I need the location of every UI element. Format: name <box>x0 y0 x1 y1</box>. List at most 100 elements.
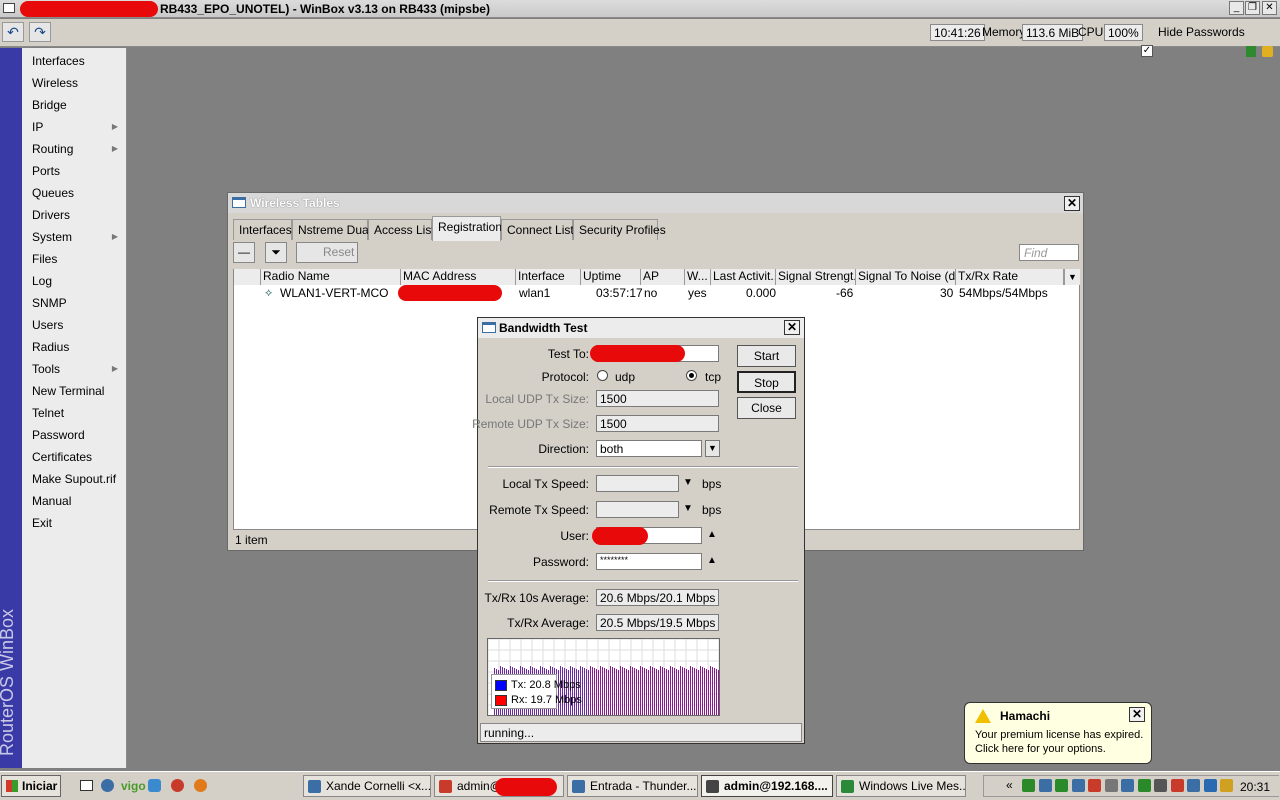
sidebar-item-log[interactable]: Log <box>32 274 52 288</box>
tray-icon[interactable] <box>1220 779 1233 792</box>
column-header-ap[interactable]: AP <box>641 269 685 285</box>
filter-icon[interactable]: ⏷ <box>265 242 287 263</box>
remote-tx-input[interactable] <box>596 501 679 518</box>
quicklaunch-firefox-icon[interactable] <box>194 779 207 792</box>
remote-udp-input[interactable]: 1500 <box>596 415 719 432</box>
column-header-w[interactable]: W... <box>685 269 711 285</box>
sidebar-item-drivers[interactable]: Drivers <box>32 208 70 222</box>
sidebar-item-make-supout-rif[interactable]: Make Supout.rif <box>32 472 116 486</box>
column-header-mac-address[interactable]: MAC Address <box>401 269 516 285</box>
hide-passwords-checkbox[interactable]: ✓ <box>1141 45 1153 57</box>
hamachi-notification[interactable]: Hamachi ✕ Your premium license has expir… <box>964 702 1152 764</box>
close-icon[interactable]: ✕ <box>1129 707 1145 722</box>
taskbar-task[interactable]: Entrada - Thunder... <box>567 775 698 797</box>
redacted-mark <box>20 1 158 17</box>
chevron-up-icon[interactable]: ▲ <box>707 529 717 540</box>
tray-icon[interactable] <box>1187 779 1200 792</box>
lock-icon <box>1262 46 1273 57</box>
tray-icon[interactable] <box>1121 779 1134 792</box>
app-menu-icon[interactable] <box>3 3 15 13</box>
redo-icon[interactable]: ↷ <box>29 22 51 42</box>
tray-icon[interactable] <box>1055 779 1068 792</box>
sidebar-item-files[interactable]: Files <box>32 252 57 266</box>
local-tx-input[interactable] <box>596 475 679 492</box>
traffic-bar <box>690 666 691 715</box>
tray-icon[interactable] <box>1104 779 1118 792</box>
sidebar-item-telnet[interactable]: Telnet <box>32 406 64 420</box>
tab-nstreme-dual[interactable]: Nstreme Dual <box>292 219 371 240</box>
taskbar-task[interactable]: Windows Live Mes... <box>836 775 966 797</box>
start-button[interactable]: Iniciar <box>1 775 61 797</box>
password-input[interactable]: ******** <box>596 553 702 570</box>
sidebar-item-exit[interactable]: Exit <box>32 516 52 530</box>
column-header-radio-name[interactable]: Radio Name <box>261 269 401 285</box>
taskbar-task[interactable]: admin@192.168.... <box>701 775 833 797</box>
sidebar-item-users[interactable]: Users <box>32 318 63 332</box>
sidebar-item-snmp[interactable]: SNMP <box>32 296 67 310</box>
remove-button[interactable]: — <box>233 242 255 263</box>
tab-access-list[interactable]: Access List <box>368 219 435 240</box>
protocol-tcp-radio[interactable] <box>686 370 697 381</box>
chevron-down-icon[interactable]: ▼ <box>683 477 693 488</box>
minimize-icon[interactable]: _ <box>1229 1 1244 15</box>
sidebar-item-bridge[interactable]: Bridge <box>32 98 67 112</box>
column-header-signal-strengt[interactable]: Signal Strengt... <box>776 269 856 285</box>
chevron-down-icon[interactable]: ▼ <box>705 440 720 457</box>
tray-icon[interactable] <box>1022 779 1035 792</box>
tab-security-profiles[interactable]: Security Profiles <box>573 219 666 240</box>
sidebar-item-ip[interactable]: IP <box>32 120 43 134</box>
column-header-last-activit[interactable]: Last Activit... <box>711 269 776 285</box>
quicklaunch-desktop-icon[interactable] <box>80 780 93 791</box>
sidebar-item-ports[interactable]: Ports <box>32 164 60 178</box>
chevron-up-icon[interactable]: ▲ <box>707 555 717 566</box>
quicklaunch-browser-icon[interactable] <box>101 779 114 792</box>
start-button[interactable]: Start <box>737 345 796 367</box>
quicklaunch-media-icon[interactable] <box>171 779 184 792</box>
close-icon[interactable]: ✕ <box>1064 196 1080 211</box>
close-button[interactable]: Close <box>737 397 796 419</box>
reset-button[interactable]: Reset <box>296 242 358 263</box>
tab-connect-list[interactable]: Connect List <box>501 219 574 240</box>
column-header-tx-rx-rate[interactable]: Tx/Rx Rate <box>956 269 1064 285</box>
quicklaunch-app-icon[interactable] <box>148 779 161 792</box>
tab-interfaces[interactable]: Interfaces <box>233 219 292 240</box>
taskbar-task[interactable]: Xande Cornelli <x... <box>303 775 431 797</box>
tray-icon[interactable] <box>1088 779 1101 792</box>
tray-icon[interactable] <box>1154 779 1167 792</box>
traffic-bar <box>632 667 633 715</box>
sidebar-item-radius[interactable]: Radius <box>32 340 69 354</box>
sidebar-item-interfaces[interactable]: Interfaces <box>32 54 85 68</box>
sidebar-item-manual[interactable]: Manual <box>32 494 71 508</box>
sidebar-item-queues[interactable]: Queues <box>32 186 74 200</box>
tray-icon[interactable] <box>1170 779 1184 792</box>
sidebar-item-routing[interactable]: Routing <box>32 142 73 156</box>
protocol-udp-radio[interactable] <box>597 370 608 381</box>
find-input[interactable]: Find <box>1019 244 1079 261</box>
tray-expand-icon[interactable]: « <box>1006 778 1013 792</box>
close-icon[interactable]: ✕ <box>784 320 800 335</box>
sidebar-item-system[interactable]: System <box>32 230 72 244</box>
tray-icon[interactable] <box>1038 779 1052 792</box>
tray-icon[interactable] <box>1071 779 1085 792</box>
column-header-signal-to-noise-d[interactable]: Signal To Noise (d... <box>856 269 956 285</box>
direction-select[interactable]: both <box>596 440 702 457</box>
sidebar-item-new-terminal[interactable]: New Terminal <box>32 384 104 398</box>
tray-icon[interactable] <box>1203 779 1217 792</box>
tab-registration[interactable]: Registration <box>432 216 502 241</box>
traffic-bar <box>656 669 657 715</box>
sidebar-item-password[interactable]: Password <box>32 428 85 442</box>
quicklaunch-vigo-icon[interactable]: vigo <box>121 779 146 793</box>
sidebar-item-certificates[interactable]: Certificates <box>32 450 92 464</box>
close-icon[interactable]: ✕ <box>1262 1 1277 15</box>
columns-menu-icon[interactable]: ▼ <box>1064 269 1080 285</box>
stop-button[interactable]: Stop <box>737 371 796 393</box>
tray-icon[interactable] <box>1137 779 1151 792</box>
restore-icon[interactable]: ❐ <box>1245 1 1260 15</box>
column-header-uptime[interactable]: Uptime <box>581 269 641 285</box>
local-udp-input[interactable]: 1500 <box>596 390 719 407</box>
chevron-down-icon[interactable]: ▼ <box>683 503 693 514</box>
sidebar-item-wireless[interactable]: Wireless <box>32 76 78 90</box>
sidebar-item-tools[interactable]: Tools <box>32 362 60 376</box>
undo-icon[interactable]: ↶ <box>2 22 24 42</box>
column-header-interface[interactable]: Interface <box>516 269 581 285</box>
